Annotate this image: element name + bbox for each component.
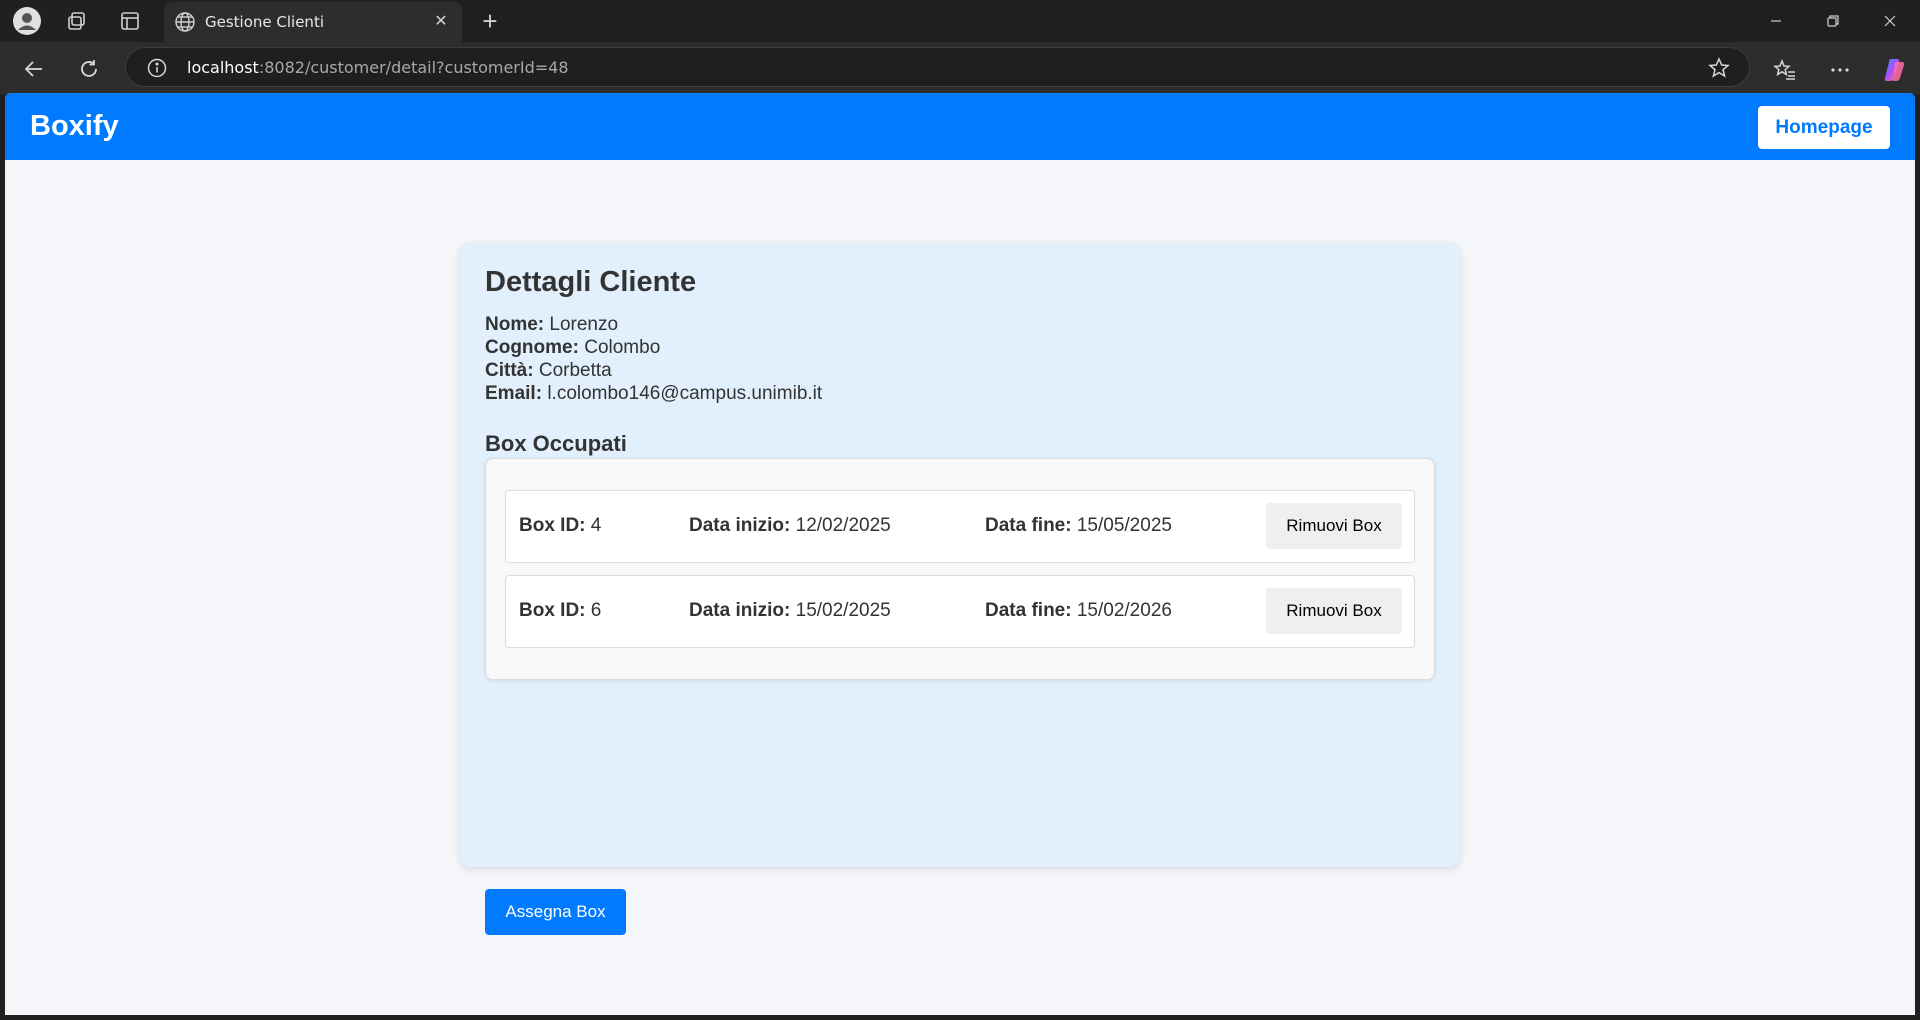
vertical-tabs-icon[interactable] [115,6,145,36]
browser-toolbar: localhost:8082/customer/detail?customerI… [0,42,1920,94]
site-info-icon[interactable] [146,57,168,79]
boxes-section-title: Box Occupati [485,431,627,456]
box-row: Box ID: 4 Data inizio: 12/02/2025 Data f… [505,490,1415,563]
close-tab-icon[interactable]: ✕ [430,10,452,32]
globe-icon [175,12,195,32]
close-window-icon[interactable] [1862,0,1918,42]
minimize-icon[interactable] [1748,0,1804,42]
tab-gestione-clienti[interactable]: Gestione Clienti ✕ [164,2,462,42]
box-list: Box ID: 4 Data inizio: 12/02/2025 Data f… [485,458,1435,680]
profile-icon[interactable] [12,6,42,36]
address-bar[interactable]: localhost:8082/customer/detail?customerI… [125,47,1750,87]
restore-icon[interactable] [1805,0,1861,42]
customer-email: l.colombo146@campus.unimib.it [547,383,823,404]
brand-logo-text[interactable]: Boxify [30,110,119,143]
box-end-date: Data fine: 15/02/2026 [985,600,1172,621]
customer-name: Lorenzo [549,314,619,335]
customer-name-row: Nome: Lorenzo [485,313,618,336]
field-label: Email: [485,383,543,404]
field-label: Città: [485,360,534,381]
customer-email-row: Email: l.colombo146@campus.unimib.it [485,382,822,405]
assign-box-button[interactable]: Assegna Box [485,889,626,935]
homepage-button[interactable]: Homepage [1758,106,1890,149]
page-viewport: Boxify Homepage Dettagli Cliente Nome: L… [5,93,1915,1015]
customer-city-row: Città: Corbetta [485,359,612,382]
favorite-star-icon[interactable] [1707,56,1731,80]
customer-detail-card: Dettagli Cliente Nome: Lorenzo Cognome: … [460,243,1460,935]
box-start-date: Data inizio: 15/02/2025 [689,600,891,621]
back-icon[interactable] [18,53,50,85]
more-options-icon[interactable] [1825,55,1855,85]
page-title: Dettagli Cliente [485,266,697,298]
remove-box-button[interactable]: Rimuovi Box [1266,588,1402,634]
customer-surname: Colombo [584,337,661,358]
customer-surname-row: Cognome: Colombo [485,336,660,359]
remove-box-button[interactable]: Rimuovi Box [1266,503,1402,549]
favorites-icon[interactable] [1770,55,1800,85]
copilot-icon[interactable] [1880,55,1910,85]
workspaces-icon[interactable] [62,6,92,36]
browser-tab-bar: Gestione Clienti ✕ + [0,0,1920,42]
field-label: Cognome: [485,337,579,358]
box-row: Box ID: 6 Data inizio: 15/02/2025 Data f… [505,575,1415,648]
box-id: Box ID: 6 [519,600,602,621]
app-header: Boxify Homepage [5,93,1915,160]
customer-city: Corbetta [538,360,612,381]
box-end-date: Data fine: 15/05/2025 [985,515,1172,536]
box-id: Box ID: 4 [519,515,602,536]
new-tab-button[interactable]: + [474,6,506,36]
box-start-date: Data inizio: 12/02/2025 [689,515,891,536]
field-label: Nome: [485,314,545,335]
reload-icon[interactable] [73,53,105,85]
tab-title: Gestione Clienti [205,13,324,31]
url-text: localhost:8082/customer/detail?customerI… [187,58,569,77]
